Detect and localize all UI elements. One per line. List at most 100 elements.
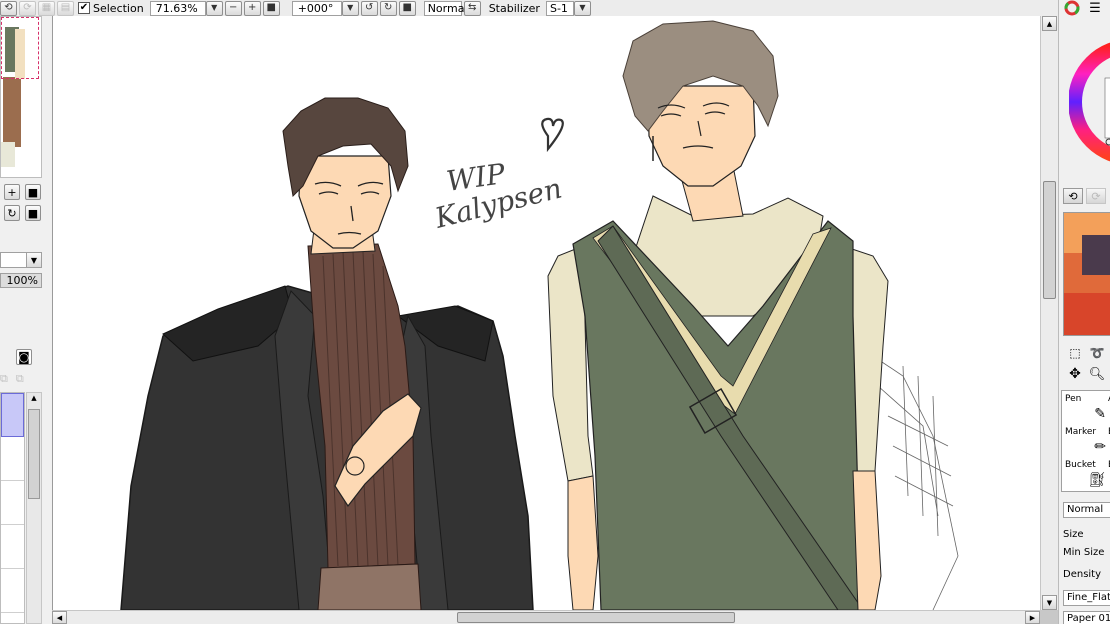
minus-icon: − (229, 2, 238, 13)
color-wheel[interactable] (1069, 20, 1110, 180)
triangle-up-icon: ▲ (1046, 19, 1053, 28)
deselect-icon: ▦ (41, 2, 52, 13)
triangle-down-icon: ▼ (1046, 598, 1053, 607)
canvas-horizontal-scrollbar[interactable]: ◀ ▶ (52, 610, 1040, 624)
color-wheel-mode-button[interactable] (1062, 0, 1082, 16)
square-icon: ■ (266, 2, 276, 13)
scroll-left-button[interactable]: ◀ (52, 611, 67, 624)
scroll-right-button[interactable]: ▶ (1025, 611, 1040, 624)
color-wheel-icon (1064, 0, 1080, 16)
move-tool-button[interactable]: ✥ (1065, 366, 1085, 382)
canvas-area: WIP Kalypsen ▲ ▼ ◀ ▶ (52, 16, 1058, 624)
copy-layer-icon[interactable]: ⧉ (16, 372, 24, 385)
hand-right-figure-right (852, 470, 882, 610)
canvas-vertical-scroll-thumb[interactable] (1043, 181, 1056, 299)
right-panel: ☰ ⟲ ⟳ ⬚ ➰ ✥ 🔍︎ Pen ✎ Marker ✏ Bucket ⛽︎ … (1058, 0, 1110, 624)
tool-item-pen[interactable]: Pen ✎ (1062, 391, 1108, 423)
artwork: WIP Kalypsen (120, 20, 959, 610)
zoom-in-button[interactable]: + (243, 0, 261, 16)
tool-label: Bucket (1065, 460, 1096, 470)
rotate-right-button[interactable]: ↻ (379, 0, 397, 16)
selection-label: Selection (93, 1, 144, 15)
wristwatch (345, 456, 365, 476)
layer-list-scrollbar[interactable]: ▲ (26, 392, 42, 624)
undo-icon: ⟲ (1068, 189, 1078, 203)
selection-toggle[interactable]: ✔ Selection (78, 2, 144, 15)
invert-selection-button[interactable]: ▤ (57, 0, 74, 16)
plus-icon: + (248, 2, 257, 13)
redo-button[interactable]: ⟳ (19, 0, 36, 16)
stabilizer-dropdown-button[interactable]: ▼ (573, 0, 591, 16)
zoom-out-button[interactable]: − (224, 0, 242, 16)
rotation-reset-button[interactable]: ■ (398, 0, 416, 16)
layer-item-selected[interactable] (1, 393, 24, 437)
brush-shape-field[interactable]: Fine_Flat (1063, 590, 1110, 606)
canvas-horizontal-scroll-thumb[interactable] (457, 612, 735, 623)
tool-palette: Pen ✎ A Marker ✏ E Bucket ⛽︎ B (1061, 390, 1110, 492)
flip-view-button[interactable]: ⇆ (463, 0, 481, 16)
zoom-tool-button[interactable]: 🔍︎ (1087, 366, 1107, 382)
color-swatch-preview[interactable] (1063, 212, 1110, 336)
navigator-preview[interactable] (0, 16, 42, 178)
lasso-tool-button[interactable]: ➰ (1087, 345, 1107, 361)
navigator-rotate-button[interactable]: ↻ (4, 205, 20, 221)
rotate-right-icon: ↻ (384, 2, 393, 13)
color-panel-menu-button[interactable]: ☰ (1085, 0, 1105, 16)
rotate-left-icon: ↺ (365, 2, 374, 13)
rotation-dropdown-button[interactable]: ▼ (341, 0, 359, 16)
rotation-field[interactable]: +000° (291, 0, 342, 16)
layer-item[interactable] (1, 437, 24, 481)
pen-icon: ✎ (1094, 406, 1106, 422)
chevron-down-icon: ▼ (579, 3, 586, 12)
redo-icon: ⟳ (1091, 189, 1101, 203)
plus-icon: + (7, 185, 17, 199)
bag-sketch (872, 355, 959, 610)
deselect-button[interactable]: ▦ (38, 0, 55, 16)
layer-item[interactable] (1, 569, 24, 613)
selection-checkbox[interactable]: ✔ (78, 2, 90, 14)
canvas-vertical-scrollbar[interactable]: ▲ ▼ (1040, 16, 1058, 610)
tool-item-marker[interactable]: Marker ✏ (1062, 424, 1108, 456)
rotate-icon: ↻ (7, 206, 17, 220)
zoom-dropdown-button[interactable]: ▼ (205, 0, 223, 16)
record-icon: ◙ (18, 350, 30, 364)
undo-button[interactable]: ⟲ (0, 0, 17, 16)
layer-opacity-field[interactable]: 100% (0, 273, 42, 288)
lasso-icon: ➰ (1089, 346, 1105, 360)
color-redo-button[interactable]: ⟳ (1086, 188, 1106, 204)
navigator-rotate-reset-button[interactable]: ■ (25, 205, 41, 221)
swatch-image (1064, 213, 1110, 335)
color-undo-button[interactable]: ⟲ (1063, 188, 1083, 204)
navigator-reset-button[interactable]: ■ (25, 184, 41, 200)
new-layer-icon[interactable]: ⧉ (0, 372, 8, 385)
tool-item-bucket[interactable]: Bucket ⛽︎ (1062, 457, 1108, 489)
select-tool-button[interactable]: ⬚ (1065, 345, 1085, 361)
marker-icon: ✏ (1094, 439, 1106, 455)
zoom-field[interactable]: 71.63% (149, 0, 206, 16)
stabilizer-field[interactable]: S-1 (545, 0, 574, 16)
layer-item[interactable] (1, 525, 24, 569)
layer-mask-button[interactable]: ◙ (16, 349, 32, 365)
layer-list[interactable] (0, 392, 25, 624)
layer-item[interactable] (1, 481, 24, 525)
scroll-up-button[interactable]: ▲ (1042, 16, 1057, 31)
layer-blend-mode-select[interactable]: ▼ (0, 252, 42, 268)
zoom-reset-button[interactable]: ■ (262, 0, 280, 16)
brush-texture-field[interactable]: Paper 01 (1063, 611, 1110, 624)
square-icon: ■ (402, 2, 412, 13)
chevron-down-icon: ▼ (347, 3, 354, 12)
marquee-icon: ⬚ (1069, 346, 1081, 360)
undo-icon: ⟲ (4, 2, 13, 13)
navigator-zoom-in-button[interactable]: + (4, 184, 20, 200)
scroll-down-button[interactable]: ▼ (1042, 595, 1057, 610)
scroll-up-icon[interactable]: ▲ (28, 394, 40, 406)
layer-list-scroll-thumb[interactable] (28, 409, 40, 499)
top-toolbar: ⟲ ⟳ ▦ ▤ ✔ Selection 71.63% ▼ − + ■ +000°… (0, 0, 1060, 16)
view-blend-mode-field[interactable]: Normal (423, 0, 468, 16)
rotate-left-button[interactable]: ↺ (360, 0, 378, 16)
invert-selection-icon: ▤ (60, 2, 71, 13)
drawing-canvas[interactable]: WIP Kalypsen (52, 16, 1040, 610)
navigator-viewport-frame[interactable] (1, 17, 39, 79)
face-left-figure (298, 155, 392, 249)
brush-blend-mode-field[interactable]: Normal (1063, 502, 1110, 518)
